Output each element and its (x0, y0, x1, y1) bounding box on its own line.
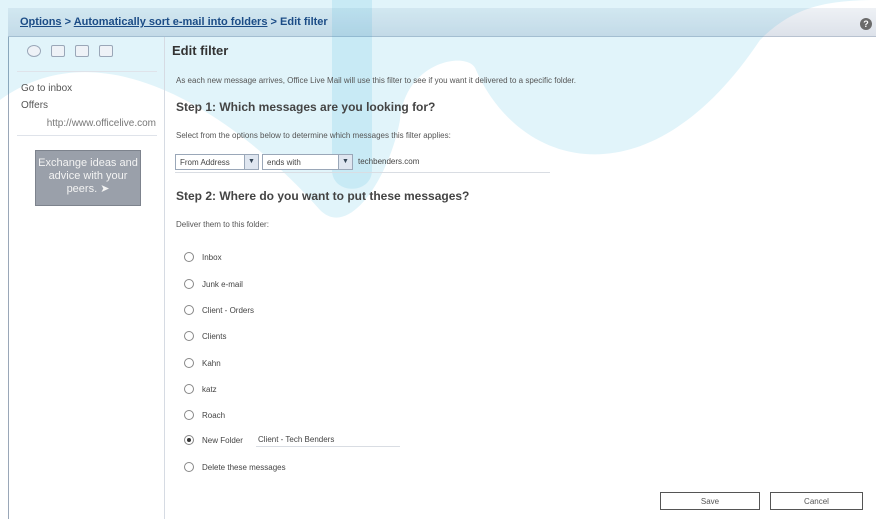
folder-option-roach[interactable]: Roach (184, 408, 225, 422)
folder-option-label: Client - Orders (202, 305, 255, 315)
condition-select[interactable]: ends with ▼ (262, 154, 353, 170)
radio-button[interactable] (184, 279, 194, 289)
calendar-icon[interactable] (99, 45, 113, 57)
step2-heading: Step 2: Where do you want to put these m… (176, 189, 470, 203)
breadcrumb-current: Edit filter (280, 16, 328, 28)
folder-option-junk[interactable]: Junk e-mail (184, 277, 243, 291)
filter-description: As each new message arrives, Office Live… (176, 76, 577, 85)
radio-button[interactable] (184, 331, 194, 341)
condition-select-value: ends with (267, 158, 301, 167)
breadcrumb: Options > Automatically sort e-mail into… (20, 16, 328, 28)
chevron-down-icon: ▼ (338, 155, 352, 169)
filter-text-input[interactable]: techbenders.com (356, 154, 550, 170)
radio-button[interactable] (184, 384, 194, 394)
radio-button[interactable] (184, 410, 194, 420)
save-button[interactable]: Save (660, 492, 760, 510)
folder-option-new-folder[interactable]: New Folder (184, 433, 243, 447)
offers-url-link[interactable]: http://www.officelive.com (47, 118, 156, 129)
book-icon[interactable] (75, 45, 89, 57)
breadcrumb-options-link[interactable]: Options (20, 16, 62, 28)
folder-option-label: New Folder (202, 435, 243, 445)
breadcrumb-sort-link[interactable]: Automatically sort e-mail into folders (74, 16, 268, 28)
folder-option-delete[interactable]: Delete these messages (184, 460, 286, 474)
radio-button-selected[interactable] (184, 435, 194, 445)
sidebar-toolbar (9, 37, 164, 63)
new-folder-name-input[interactable]: Client - Tech Benders (256, 433, 400, 447)
offers-label: Offers (21, 100, 49, 111)
help-icon[interactable]: ? (860, 18, 872, 30)
go-to-inbox-link[interactable]: Go to inbox (21, 83, 72, 94)
folder-option-label: Delete these messages (202, 462, 286, 472)
cancel-button[interactable]: Cancel (770, 492, 863, 510)
folder-option-label: katz (202, 384, 217, 394)
step1-instructions: Select from the options below to determi… (176, 131, 451, 140)
radio-button[interactable] (184, 462, 194, 472)
ad-text: Exchange ideas and advice with your peer… (38, 157, 138, 195)
folder-option-label: Junk e-mail (202, 279, 243, 289)
page-title: Edit filter (172, 43, 229, 58)
folder-option-label: Roach (202, 410, 226, 420)
filter-criteria-row: From Address ▼ ends with ▼ techbenders.c… (175, 154, 550, 173)
chevron-down-icon: ▼ (244, 155, 258, 169)
field-select[interactable]: From Address ▼ (175, 154, 259, 170)
mail-icon[interactable] (51, 45, 65, 57)
breadcrumb-separator: > (61, 16, 74, 28)
top-bar: Options > Automatically sort e-mail into… (8, 8, 876, 37)
sidebar-divider (17, 71, 157, 72)
sidebar-divider (17, 135, 157, 136)
folder-option-kahn[interactable]: Kahn (184, 356, 221, 370)
folder-option-label: Kahn (202, 358, 221, 368)
folder-option-label: Inbox (202, 252, 222, 262)
folder-option-inbox[interactable]: Inbox (184, 250, 222, 264)
radio-button[interactable] (184, 358, 194, 368)
breadcrumb-separator: > (267, 16, 281, 28)
step1-heading: Step 1: Which messages are you looking f… (176, 100, 436, 114)
radio-button[interactable] (184, 305, 194, 315)
clock-icon[interactable] (27, 45, 41, 57)
folder-option-label: Clients (202, 331, 227, 341)
folder-option-clients[interactable]: Clients (184, 329, 226, 343)
step2-instructions: Deliver them to this folder: (176, 220, 269, 229)
folder-option-katz[interactable]: katz (184, 382, 217, 396)
arrow-icon: ➤ (100, 183, 110, 195)
sidebar: Go to inbox Offers http://www.officelive… (9, 37, 165, 519)
radio-button[interactable] (184, 252, 194, 262)
folder-option-client-orders[interactable]: Client - Orders (184, 303, 254, 317)
field-select-value: From Address (180, 158, 230, 167)
community-ad-banner[interactable]: Exchange ideas and advice with your peer… (35, 150, 141, 206)
